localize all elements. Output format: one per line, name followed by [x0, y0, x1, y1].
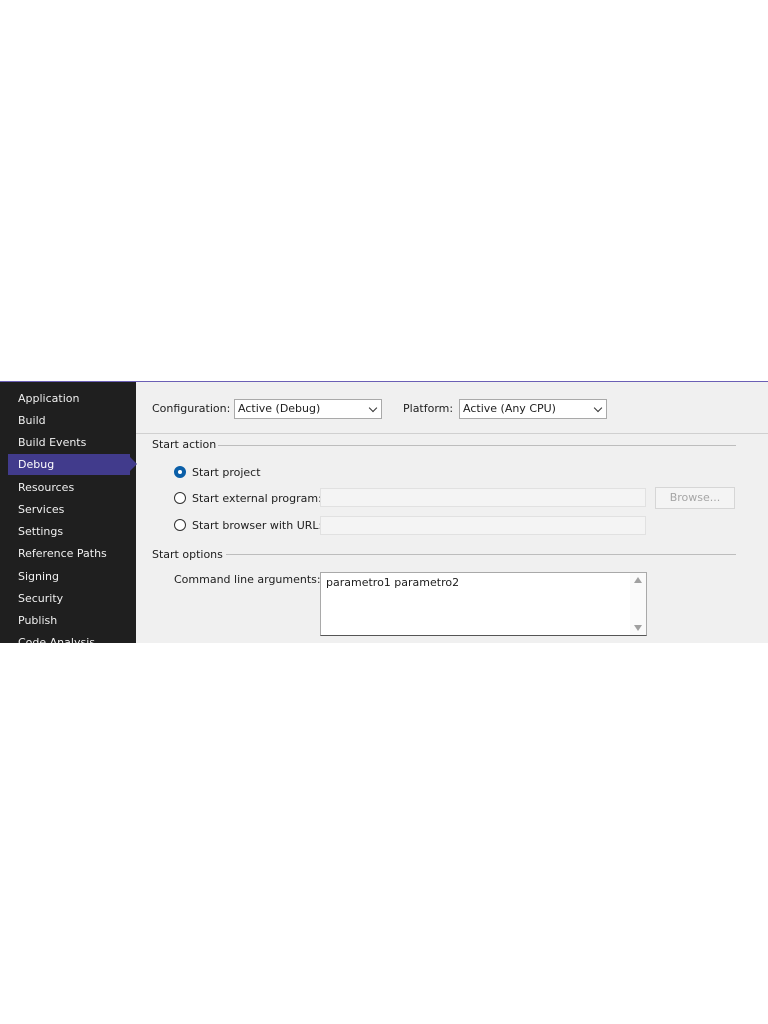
platform-dropdown[interactable]: Active (Any CPU)	[459, 399, 607, 419]
external-program-input[interactable]	[320, 488, 646, 507]
sidebar-item-build-events[interactable]: Build Events	[8, 432, 130, 453]
sidebar-item-application[interactable]: Application	[8, 388, 130, 409]
properties-sidebar: Application Build Build Events Debug Res…	[0, 382, 137, 643]
sidebar-item-code-analysis[interactable]: Code Analysis	[8, 632, 130, 643]
project-properties-window: Application Build Build Events Debug Res…	[0, 381, 768, 643]
start-project-radio[interactable]	[174, 466, 186, 478]
header-separator	[136, 433, 768, 434]
sidebar-item-debug[interactable]: Debug	[8, 454, 137, 475]
debug-settings-panel: Configuration: Active (Debug) Platform: …	[136, 382, 768, 643]
command-line-arguments-value: parametro1 parametro2	[326, 576, 460, 589]
sidebar-item-signing[interactable]: Signing	[8, 566, 130, 587]
sidebar-item-publish[interactable]: Publish	[8, 610, 130, 631]
sidebar-item-security[interactable]: Security	[8, 588, 130, 609]
start-action-divider	[218, 445, 736, 446]
browse-button[interactable]: Browse...	[655, 487, 735, 509]
configuration-dropdown[interactable]: Active (Debug)	[234, 399, 382, 419]
command-line-arguments-label: Command line arguments:	[174, 573, 321, 586]
start-options-title: Start options	[152, 548, 223, 561]
start-external-program-label[interactable]: Start external program:	[192, 492, 322, 505]
start-browser-url-radio[interactable]	[174, 519, 186, 531]
start-options-divider	[226, 554, 736, 555]
start-action-title: Start action	[152, 438, 217, 451]
configuration-label: Configuration:	[152, 402, 231, 415]
sidebar-item-settings[interactable]: Settings	[8, 521, 130, 542]
sidebar-item-resources[interactable]: Resources	[8, 477, 130, 498]
scroll-down-icon[interactable]	[634, 625, 642, 631]
sidebar-item-build[interactable]: Build	[8, 410, 130, 431]
start-project-label[interactable]: Start project	[192, 466, 261, 479]
scroll-up-icon[interactable]	[634, 577, 642, 583]
sidebar-item-services[interactable]: Services	[8, 499, 130, 520]
platform-label: Platform:	[403, 402, 454, 415]
platform-value: Active (Any CPU)	[463, 402, 556, 415]
chevron-down-icon	[368, 403, 378, 413]
command-line-arguments-input[interactable]: parametro1 parametro2	[320, 572, 647, 636]
browser-url-input[interactable]	[320, 516, 646, 535]
configuration-value: Active (Debug)	[238, 402, 321, 415]
chevron-down-icon	[593, 403, 603, 413]
args-scrollbar[interactable]	[630, 573, 646, 635]
sidebar-item-reference-paths[interactable]: Reference Paths	[8, 543, 130, 564]
start-browser-url-label[interactable]: Start browser with URL:	[192, 519, 322, 532]
start-external-program-radio[interactable]	[174, 492, 186, 504]
